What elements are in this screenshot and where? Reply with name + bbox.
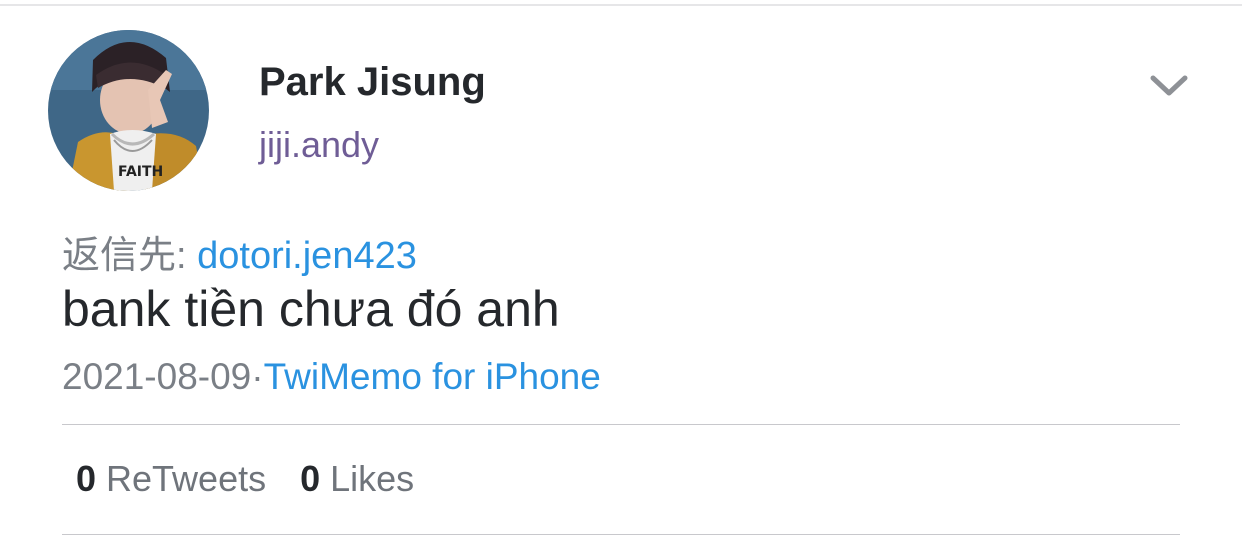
retweets-count: 0 (76, 458, 97, 499)
likes-count: 0 (300, 458, 321, 499)
divider (62, 424, 1180, 425)
tweet-source-link[interactable]: TwiMemo for iPhone (264, 356, 601, 397)
user-handle[interactable]: jiji.andy (259, 124, 379, 166)
avatar-shirt-print: FAITH (118, 164, 163, 180)
reply-to-user-link[interactable]: dotori.jen423 (197, 235, 417, 277)
divider (62, 534, 1180, 535)
retweets-stat[interactable]: 0 ReTweets (76, 458, 266, 499)
display-name[interactable]: Park Jisung (259, 60, 486, 105)
meta-separator: · (251, 356, 264, 397)
chevron-down-icon[interactable] (1146, 68, 1192, 104)
tweet-text: bank tiền chưa đó anh (62, 281, 560, 337)
reply-to-label: 返信先: (62, 235, 187, 277)
avatar[interactable]: FAITH (48, 30, 209, 191)
tweet-stats: 0 ReTweets 0 Likes (76, 458, 414, 500)
likes-label: Likes (330, 458, 415, 499)
tweet-date: 2021-08-09 (62, 356, 252, 397)
tweet-meta: 2021-08-09·TwiMemo for iPhone (62, 356, 601, 398)
likes-stat[interactable]: 0 Likes (300, 458, 414, 499)
top-divider (0, 4, 1242, 6)
retweets-label: ReTweets (106, 458, 267, 499)
reply-to-line: 返信先: dotori.jen423 (62, 224, 417, 279)
tweet-detail: FAITH Park Jisung jiji.andy 返信先: dotori.… (0, 0, 1242, 541)
